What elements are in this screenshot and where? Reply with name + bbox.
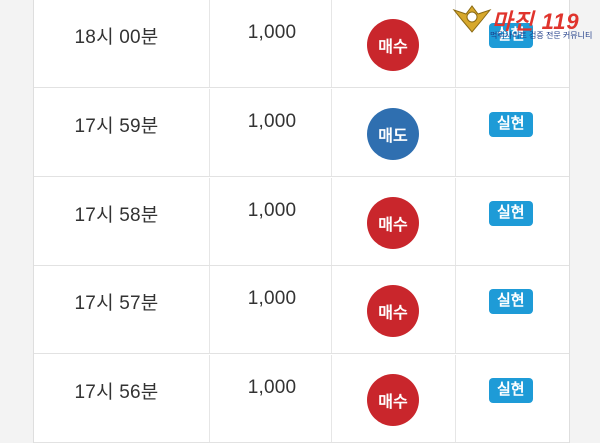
quantity-cell: 1,000 [210,178,332,265]
side-cell: 매수 [332,355,456,442]
trade-history-table: 18시 00분 1,000 매수 실현 17시 59분 1,000 매도 실현 … [33,0,570,443]
trade-time: 17시 56분 [74,382,159,403]
table-row: 17시 59분 1,000 매도 실현 [34,89,569,177]
sell-badge: 매도 [367,108,419,160]
buy-badge: 매수 [367,19,419,71]
side-cell: 매수 [332,178,456,265]
status-badge: 실현 [489,201,533,226]
quantity-cell: 1,000 [210,89,332,176]
status-cell: 실현 [456,355,569,442]
table-row: 17시 58분 1,000 매수 실현 [34,178,569,266]
status-cell: 실현 [456,178,569,265]
quantity-cell: 1,000 [210,266,332,353]
trade-quantity: 1,000 [247,288,297,309]
trade-time: 18시 00분 [74,27,159,48]
buy-badge: 매수 [367,197,419,249]
time-cell: 18시 00분 [34,0,210,87]
trade-time: 17시 59분 [74,116,159,137]
side-cell: 매수 [332,266,456,353]
watermark-tagline: 먹튀사이트 검증 전문 커뮤니티 [490,31,593,40]
watermark-logo: 마진 119 먹튀사이트 검증 전문 커뮤니티 [452,2,597,44]
status-badge: 실현 [489,112,533,137]
buy-badge: 매수 [367,374,419,426]
table-row: 17시 57분 1,000 매수 실현 [34,266,569,354]
trade-quantity: 1,000 [247,377,297,398]
time-cell: 17시 58분 [34,178,210,265]
time-cell: 17시 57분 [34,266,210,353]
quantity-cell: 1,000 [210,0,332,87]
table-row: 17시 56분 1,000 매수 실현 [34,355,569,443]
trade-time: 17시 58분 [74,205,159,226]
status-cell: 실현 [456,89,569,176]
trade-quantity: 1,000 [247,111,297,132]
time-cell: 17시 56분 [34,355,210,442]
time-cell: 17시 59분 [34,89,210,176]
status-badge: 실현 [489,289,533,314]
status-badge: 실현 [489,378,533,403]
trade-time: 17시 57분 [74,293,159,314]
eagle-emblem-icon [452,5,492,33]
trade-quantity: 1,000 [247,200,297,221]
quantity-cell: 1,000 [210,355,332,442]
side-cell: 매도 [332,89,456,176]
trade-quantity: 1,000 [247,22,297,43]
side-cell: 매수 [332,0,456,87]
buy-badge: 매수 [367,285,419,337]
status-cell: 실현 [456,266,569,353]
